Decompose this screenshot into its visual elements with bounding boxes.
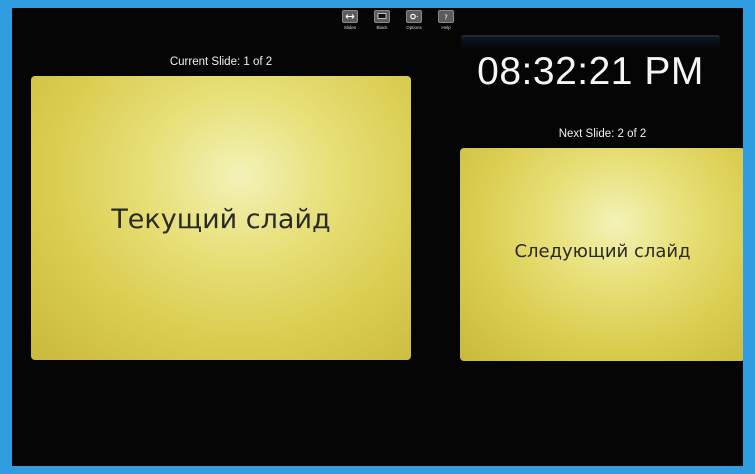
slides-button[interactable]: Slides: [337, 10, 363, 30]
black-button[interactable]: Black: [369, 10, 395, 30]
current-slide-caption: Current Slide: 1 of 2: [169, 56, 273, 68]
current-slide[interactable]: Текущий слайд: [31, 76, 411, 360]
gear-icon: [406, 10, 422, 23]
current-slide-text: Текущий слайд: [111, 203, 331, 235]
help-icon: ?: [438, 10, 454, 23]
options-button[interactable]: Options: [401, 10, 427, 30]
clock-time: 08:32:21 PM: [477, 50, 704, 93]
next-slide-caption: Next Slide: 2 of 2: [558, 128, 647, 140]
black-screen-icon: [374, 10, 390, 23]
options-label: Options: [406, 25, 422, 30]
slides-label: Slides: [343, 25, 357, 30]
next-slide-text: Следующий слайд: [514, 241, 691, 262]
presenter-toolbar: Slides Black Options ? Help: [337, 10, 459, 30]
slides-icon: [342, 10, 358, 23]
black-label: Black: [376, 25, 388, 30]
presenter-view: Slides Black Options ? Help Current Slid…: [12, 8, 743, 466]
next-slide[interactable]: Следующий слайд: [460, 148, 743, 361]
help-button[interactable]: ? Help: [433, 10, 459, 30]
svg-text:?: ?: [444, 13, 448, 20]
help-label: Help: [441, 25, 451, 30]
